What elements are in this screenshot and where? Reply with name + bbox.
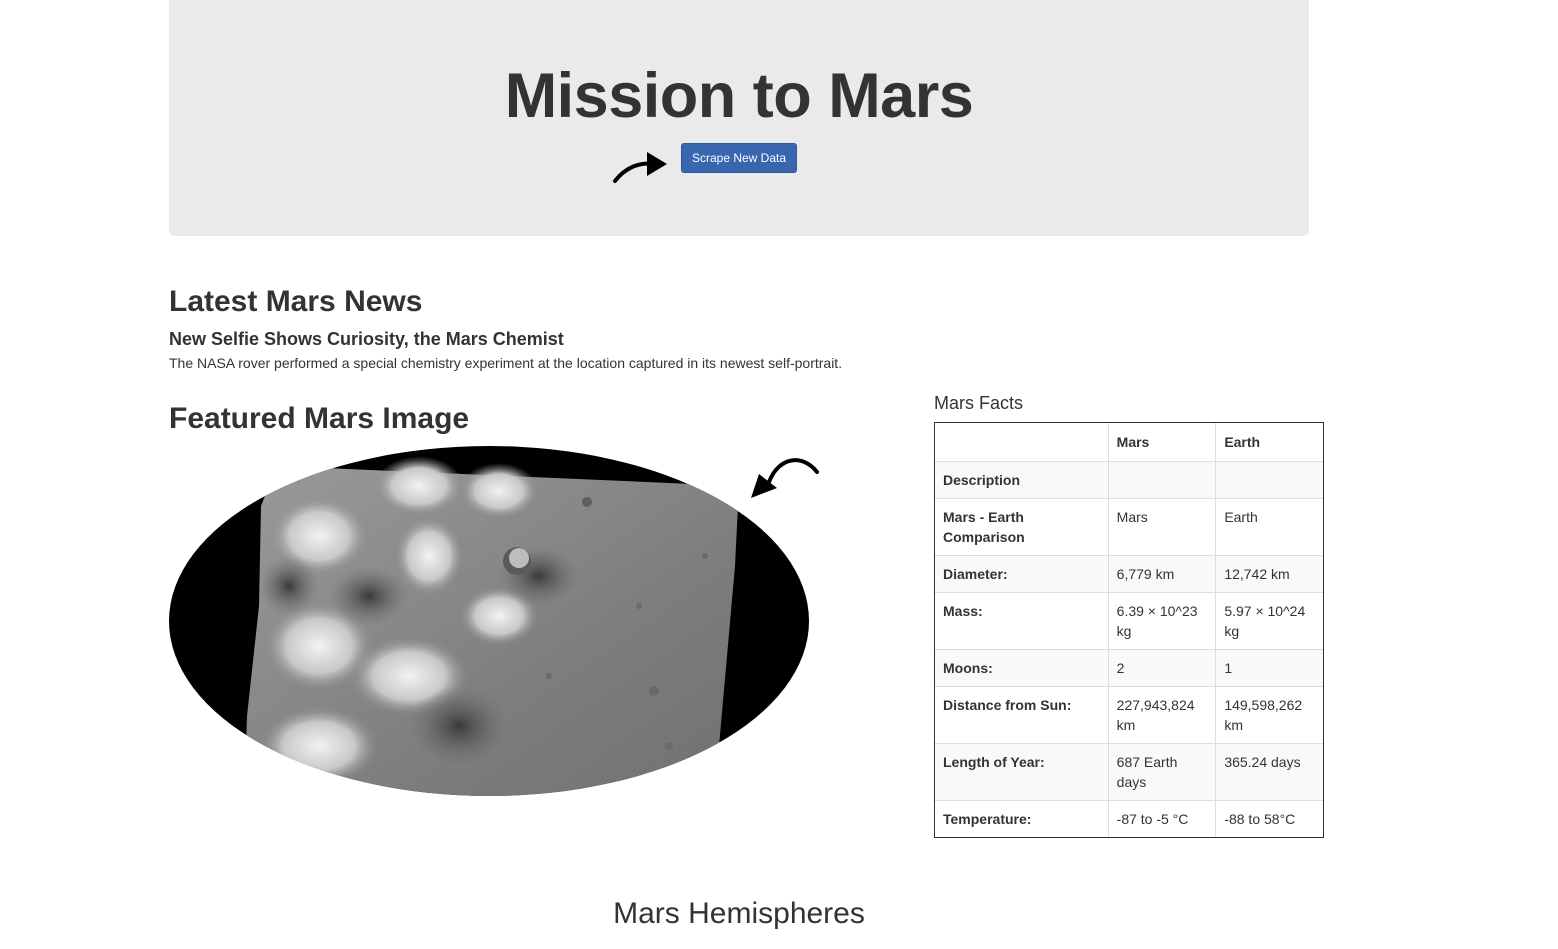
jumbotron-header: Mission to Mars Scrape New Data [169, 0, 1309, 236]
mars-value: 2 [1107, 649, 1217, 687]
earth-value: 1 [1215, 649, 1324, 687]
curved-arrow-icon [751, 458, 819, 498]
mars-value: 227,943,824 km [1107, 686, 1217, 744]
earth-value: 149,598,262 km [1215, 686, 1324, 744]
table-header-row: Mars Earth [934, 422, 1324, 462]
scrape-new-data-button[interactable]: Scrape New Data [681, 143, 797, 173]
mars-facts-table: Mars Earth Description Mars - Earth Comp… [934, 422, 1324, 838]
table-row: Length of Year: 687 Earth days 365.24 da… [934, 743, 1324, 801]
row-label: Moons: [934, 649, 1109, 687]
mars-value: -87 to -5 °C [1107, 800, 1217, 838]
earth-value: -88 to 58°C [1215, 800, 1324, 838]
table-header-cell: Earth [1215, 422, 1324, 462]
table-row: Diameter: 6,779 km 12,742 km [934, 555, 1324, 593]
row-label: Mars - Earth Comparison [934, 498, 1109, 556]
earth-value: 365.24 days [1215, 743, 1324, 801]
mars-hemispheres-heading: Mars Hemispheres [613, 897, 865, 930]
news-title: New Selfie Shows Curiosity, the Mars Che… [169, 329, 564, 349]
row-label: Description [934, 461, 1109, 499]
row-label: Diameter: [934, 555, 1109, 593]
table-row: Distance from Sun: 227,943,824 km 149,59… [934, 686, 1324, 744]
earth-value [1215, 461, 1324, 499]
mars-value: 6,779 km [1107, 555, 1217, 593]
featured-image-heading: Featured Mars Image [169, 402, 470, 435]
curved-arrow-icon [613, 152, 667, 183]
table-header-cell: Mars [1107, 422, 1217, 462]
table-header-cell [934, 422, 1109, 462]
table-row: Temperature: -87 to -5 °C -88 to 58°C [934, 800, 1324, 838]
latest-news-heading: Latest Mars News [169, 285, 423, 318]
row-label: Temperature: [934, 800, 1109, 838]
table-row: Description [934, 461, 1324, 499]
table-row: Moons: 2 1 [934, 649, 1324, 687]
table-row: Mass: 6.39 × 10^23 kg 5.97 × 10^24 kg [934, 592, 1324, 650]
mars-value [1107, 461, 1217, 499]
row-label: Length of Year: [934, 743, 1109, 801]
earth-value: 5.97 × 10^24 kg [1215, 592, 1324, 650]
row-label: Mass: [934, 592, 1109, 650]
earth-value: 12,742 km [1215, 555, 1324, 593]
row-label: Distance from Sun: [934, 686, 1109, 744]
mars-facts-heading: Mars Facts [934, 393, 1024, 413]
earth-value: Earth [1215, 498, 1324, 556]
featured-mars-image [169, 446, 809, 796]
table-row: Mars - Earth Comparison Mars Earth [934, 498, 1324, 556]
news-teaser: The NASA rover performed a special chemi… [169, 355, 843, 371]
page-title: Mission to Mars [504, 61, 974, 131]
mars-value: Mars [1107, 498, 1217, 556]
mars-value: 687 Earth days [1107, 743, 1217, 801]
mars-value: 6.39 × 10^23 kg [1107, 592, 1217, 650]
